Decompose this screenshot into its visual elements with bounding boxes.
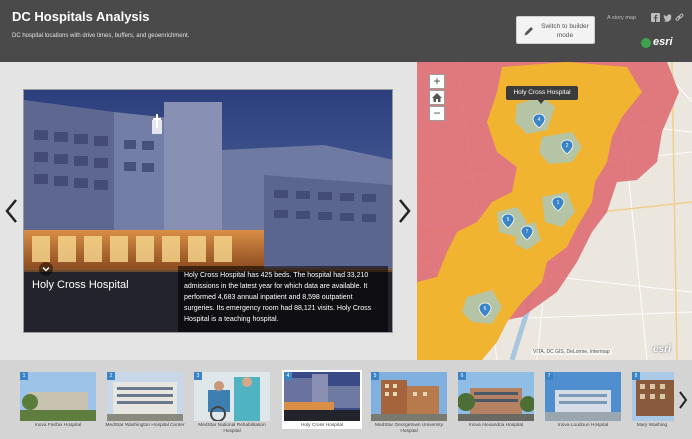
- thumbnail-number: 1: [20, 372, 28, 380]
- thumbnail-label: Inova Loudoun Hospital: [557, 423, 609, 428]
- slide-title: Holy Cross Hospital: [32, 279, 129, 291]
- thumbnail-number: 3: [194, 372, 202, 380]
- map-attribution: VITA, DC GIS, DeLorme, Intermap: [531, 349, 612, 355]
- slide-description: Holy Cross Hospital has 425 beds. The ho…: [178, 266, 388, 332]
- esri-brand-text: esri: [653, 36, 673, 48]
- thumbnail-image: [371, 372, 447, 421]
- home-icon: [432, 93, 442, 102]
- thumbnail-number: 2: [107, 372, 115, 380]
- svg-text:1: 1: [557, 200, 560, 206]
- thumbnail-image: [20, 372, 96, 421]
- svg-text:7: 7: [526, 229, 529, 235]
- hospital-map[interactable]: 4 2 1 5 7 6 + − Holy Cross Hospital VITA, DC …: [417, 62, 692, 360]
- thumbnail-number: 5: [371, 372, 379, 380]
- thumbnail-number: 4: [284, 372, 292, 380]
- hospital-photo: Holy Cross Hospital Holy Cross Hospital …: [23, 89, 393, 333]
- collapse-caption-button[interactable]: [39, 262, 53, 276]
- thumbnail-number: 6: [458, 372, 466, 380]
- thumbnail-label: MedStar Georgetown University Hospital: [375, 423, 443, 434]
- thumbnail-label: Holy Cross Hospital: [282, 423, 362, 429]
- map-popup-label: Holy Cross Hospital: [506, 86, 578, 100]
- thumbnail-label: MedStar Washington Hospital Center: [105, 423, 185, 428]
- thumbnail-label: MedStar National Rehabilitation Hospital: [198, 423, 266, 434]
- story-map-app: DC Hospitals Analysis DC hospital locati…: [0, 0, 692, 439]
- slide-stage: Holy Cross Hospital Holy Cross Hospital …: [0, 62, 417, 360]
- switch-builder-mode-button[interactable]: Switch to builder mode: [516, 16, 595, 44]
- thumbnail-2[interactable]: 2 MedStar Washington Hospital Center: [105, 372, 185, 434]
- home-extent-button[interactable]: [429, 90, 445, 105]
- pencil-icon: [524, 27, 533, 36]
- thumbnail-image: [282, 370, 362, 423]
- thumbnail-number: 8: [632, 372, 640, 380]
- thumbnail-8[interactable]: 8 Mary Washing: [630, 372, 674, 434]
- thumbnail-number: 7: [545, 372, 553, 380]
- thumbnail-3[interactable]: 3 MedStar National Rehabilitation Hospit…: [192, 372, 270, 434]
- thumbnail-image: [458, 372, 534, 421]
- facebook-icon[interactable]: [651, 13, 660, 22]
- drive-time-map: 4 2 1 5 7 6: [417, 62, 692, 360]
- thumbnail-4-active[interactable]: 4 Holy Cross Hospital: [282, 370, 362, 434]
- thumbnail-label: Mary Washing: [636, 423, 668, 428]
- thumbnail-image: [107, 372, 183, 421]
- slide-thumbnail-strip: 1 Inova Fairfax Hospital 2 MedStar Washi…: [0, 360, 692, 439]
- thumbnail-5[interactable]: 5 MedStar Georgetown University Hospital: [369, 372, 447, 434]
- previous-slide-arrow[interactable]: [4, 198, 18, 224]
- next-slide-arrow[interactable]: [398, 198, 412, 224]
- thumbnail-7[interactable]: 7 Inova Loudoun Hospital: [543, 372, 621, 434]
- chevron-down-icon: [42, 267, 50, 272]
- link-icon[interactable]: [675, 13, 684, 22]
- zoom-in-button[interactable]: +: [429, 74, 445, 89]
- esri-logo[interactable]: esri: [641, 36, 683, 50]
- thumbnail-next-arrow[interactable]: [678, 390, 688, 410]
- zoom-out-button[interactable]: −: [429, 106, 445, 121]
- page-subtitle: DC hospital locations with drive times, …: [12, 33, 190, 39]
- story-map-label: A story map: [607, 15, 637, 21]
- thumbnail-image: [545, 372, 621, 421]
- svg-text:5: 5: [507, 217, 510, 223]
- thumbnail-6[interactable]: 6 Inova Alexandria Hospital: [456, 372, 534, 434]
- page-title: DC Hospitals Analysis: [12, 9, 150, 24]
- switch-builder-mode-label: Switch to builder mode: [541, 23, 589, 39]
- thumbnail-label: Inova Alexandria Hospital: [468, 423, 524, 428]
- twitter-icon[interactable]: [663, 13, 672, 22]
- header-bar: DC Hospitals Analysis DC hospital locati…: [0, 0, 692, 62]
- esri-globe-icon: [641, 38, 651, 48]
- svg-text:4: 4: [538, 117, 541, 123]
- map-popup-pointer: [537, 99, 545, 104]
- svg-text:2: 2: [566, 143, 569, 149]
- thumbnail-label: Inova Fairfax Hospital: [34, 423, 82, 428]
- svg-text:6: 6: [484, 306, 487, 312]
- thumbnail-1[interactable]: 1 Inova Fairfax Hospital: [18, 372, 96, 434]
- map-esri-logo: esri: [653, 344, 671, 355]
- thumbnail-image: [194, 372, 270, 421]
